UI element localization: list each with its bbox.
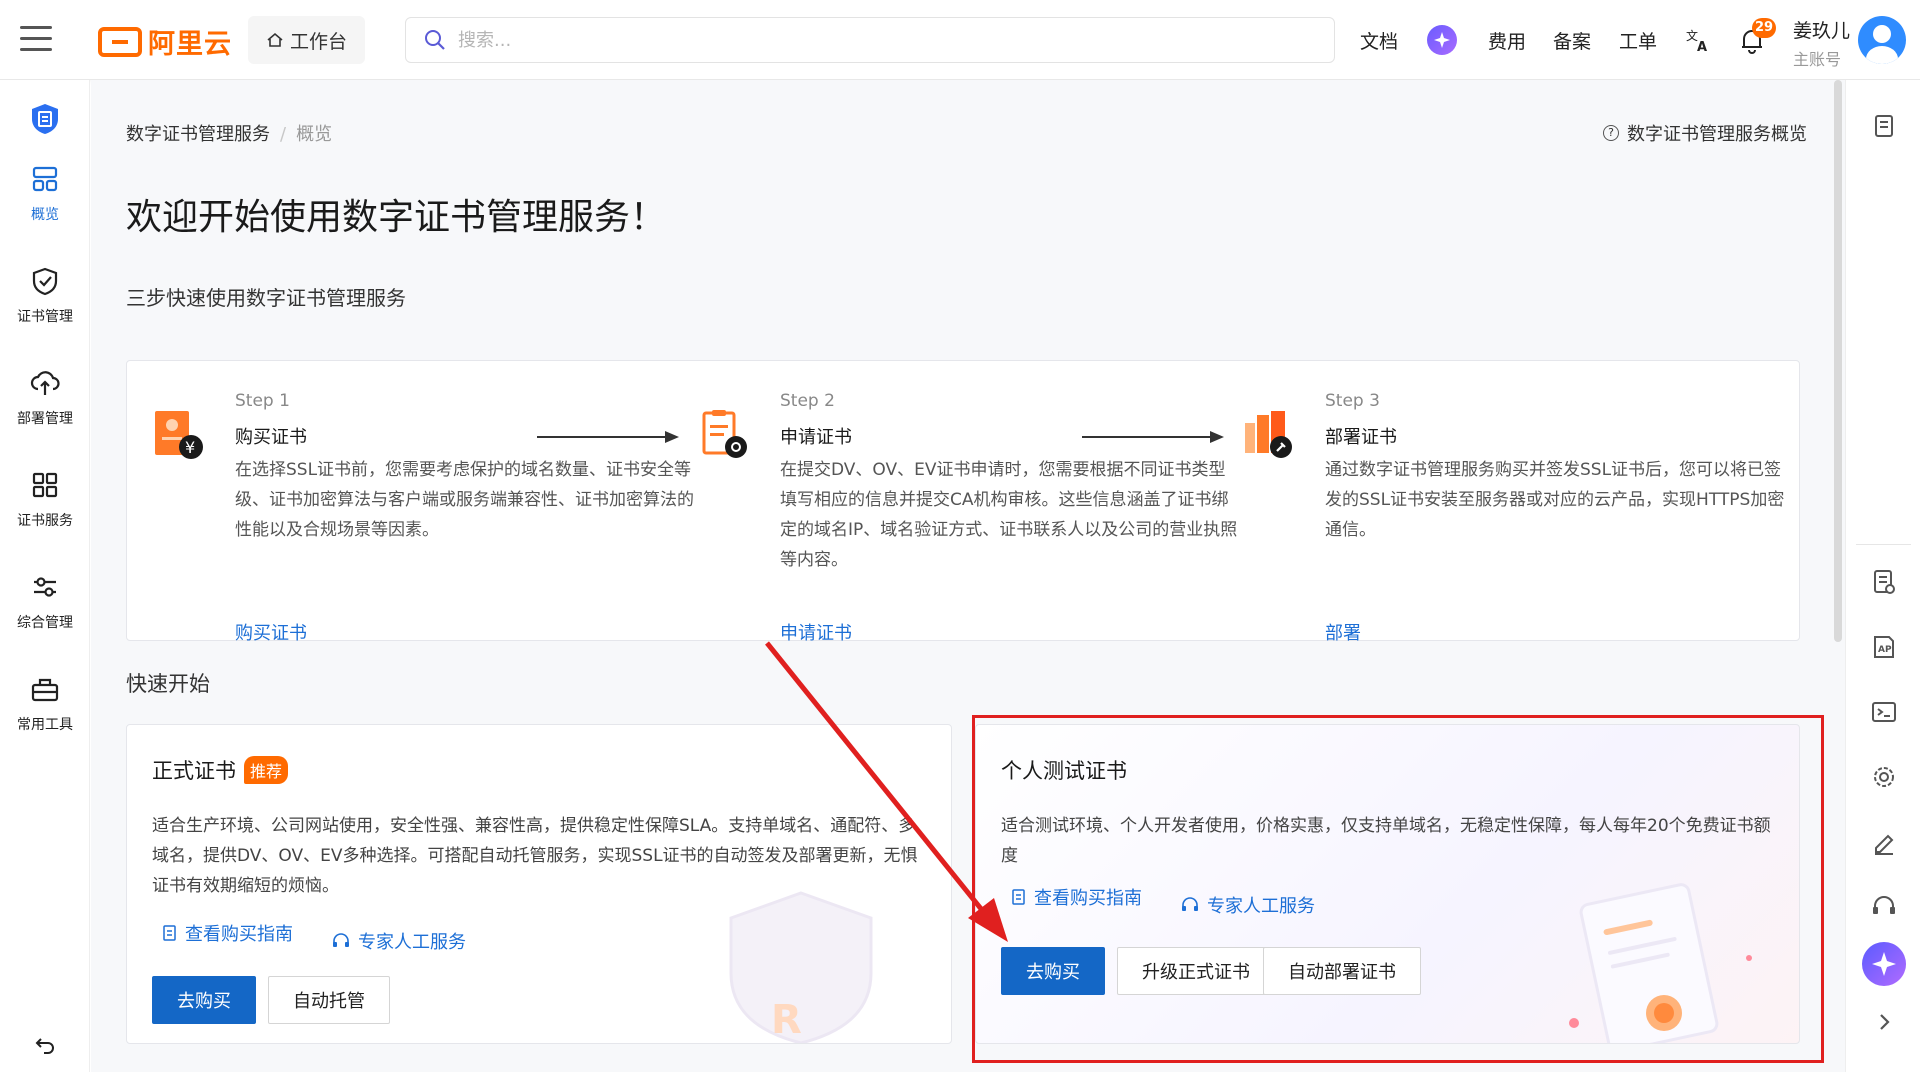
ai-helper-icon[interactable] bbox=[1862, 942, 1906, 986]
right-sidebar: API bbox=[1845, 80, 1920, 1072]
svg-text:API: API bbox=[1878, 645, 1895, 655]
settings-icon[interactable] bbox=[1870, 763, 1898, 791]
divider bbox=[1856, 544, 1911, 545]
annotation-arrow bbox=[765, 641, 1008, 942]
customer-service-icon[interactable] bbox=[1870, 893, 1898, 921]
terminal-icon[interactable] bbox=[1870, 698, 1898, 726]
edit-icon[interactable] bbox=[1870, 828, 1898, 856]
chevron-right-icon[interactable] bbox=[1870, 1008, 1898, 1036]
scrollbar[interactable] bbox=[1834, 80, 1842, 642]
api-icon[interactable]: API bbox=[1870, 633, 1898, 661]
document-list-icon[interactable] bbox=[1870, 568, 1898, 596]
notes-icon[interactable] bbox=[1870, 112, 1898, 140]
